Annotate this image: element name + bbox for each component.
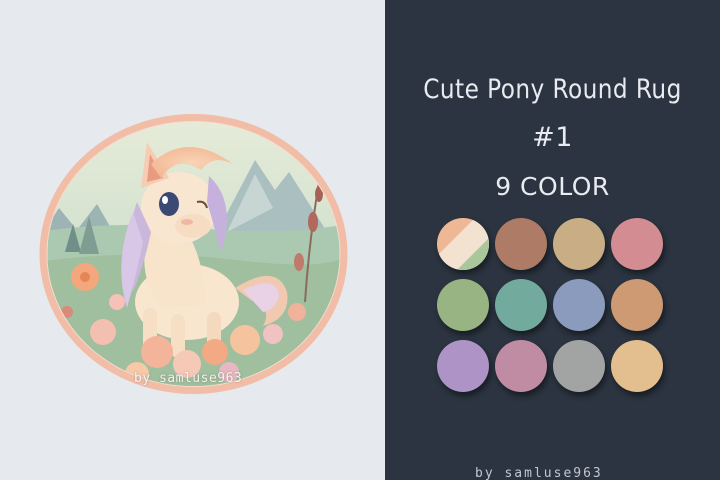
color-swatch-teal[interactable] [495,279,547,331]
color-swatch-mauve[interactable] [495,340,547,392]
product-info-panel: Cute Pony Round Rug #1 9 COLOR by samlus… [385,0,720,480]
color-swatch-lavender[interactable] [437,340,489,392]
color-swatch-tan[interactable] [553,218,605,270]
product-image-panel: by samluse963 [0,0,385,480]
product-title: Cute Pony Round Rug [423,74,682,105]
watermark: by samluse963 [134,371,243,386]
round-rug-image [37,112,350,396]
color-swatch-gray[interactable] [553,340,605,392]
color-swatch-orange[interactable] [611,279,663,331]
color-count: 9 COLOR [495,172,610,201]
color-swatch-green[interactable] [437,279,489,331]
color-swatch-grid [437,218,669,392]
color-swatch-mixed[interactable] [437,218,489,270]
color-swatch-blue[interactable] [553,279,605,331]
color-swatch-brown[interactable] [495,218,547,270]
color-swatch-pink[interactable] [611,218,663,270]
watermark: by samluse963 [475,466,603,480]
product-number: #1 [532,122,573,153]
color-swatch-peach[interactable] [611,340,663,392]
